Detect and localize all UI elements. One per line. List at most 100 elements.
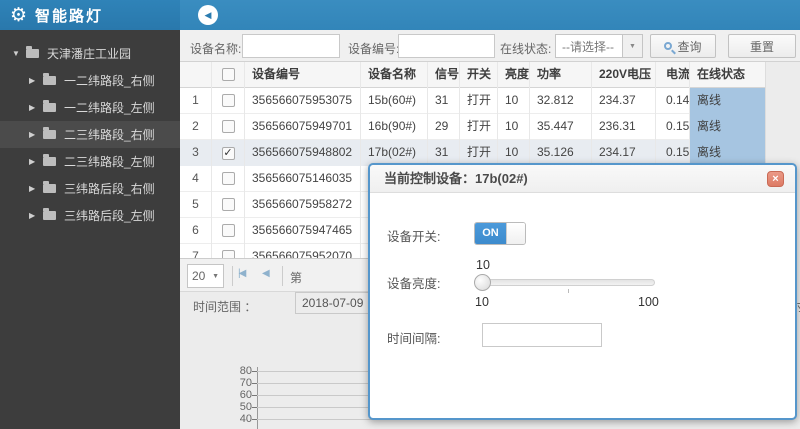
column-header: 电流 xyxy=(656,62,690,88)
data-cell: 打开 xyxy=(460,88,498,114)
gear-icon: ⚙ xyxy=(10,4,28,26)
table-row[interactable]: 1 356566075953075 15b(60#) 31 打开 10 32.812 234.… xyxy=(180,88,765,114)
row-index: 6 xyxy=(180,218,212,244)
folder-icon xyxy=(43,73,56,85)
row-index: 3 xyxy=(180,140,212,166)
row-checkbox-cell xyxy=(212,218,245,244)
y-tick-label: 80 xyxy=(239,365,252,377)
row-checkbox-checked[interactable]: ✓ xyxy=(221,147,235,160)
device-name-label: 设备名称: xyxy=(190,42,242,56)
row-checkbox[interactable] xyxy=(221,120,235,133)
caret-down-icon: ▼ xyxy=(12,49,20,58)
brightness-max-label: 100 xyxy=(638,295,659,309)
data-cell: 356566075948802 xyxy=(245,140,361,166)
row-checkbox[interactable] xyxy=(221,224,235,237)
folder-icon xyxy=(26,46,39,58)
data-cell: 10 xyxy=(498,114,530,140)
row-checkbox-cell xyxy=(212,244,245,258)
row-checkbox[interactable] xyxy=(221,68,235,81)
header-checkbox-cell xyxy=(212,62,245,88)
tree-root-label: 天津潘庄工业园 xyxy=(47,47,132,61)
row-checkbox[interactable] xyxy=(221,94,235,107)
device-control-modal: 当前控制设备：17b(02#) × 设备开关: ON 设备亮度: 10 10 1… xyxy=(368,163,797,420)
row-index: 1 xyxy=(180,88,212,114)
device-switch-toggle[interactable]: ON xyxy=(474,222,526,245)
row-checkbox[interactable] xyxy=(221,172,235,185)
app-header: ⚙ 智能路灯 xyxy=(0,0,180,30)
caret-right-icon: ▶ xyxy=(29,76,36,85)
time-range-label: 时间范围 ： xyxy=(193,300,257,314)
app-title: 智能路灯 xyxy=(35,7,104,25)
slider-tick xyxy=(568,289,569,293)
sidebar-tree-item[interactable]: ▶ 三纬路后段_左侧 xyxy=(0,202,180,229)
status-cell: 离线 xyxy=(690,88,765,114)
chevron-down-icon: ▼ xyxy=(212,272,219,280)
back-icon: ◀ xyxy=(204,9,212,20)
data-cell: 356566075953075 xyxy=(245,88,361,114)
data-cell: 29 xyxy=(428,114,460,140)
row-checkbox-cell xyxy=(212,166,245,192)
data-cell: 15b(60#) xyxy=(361,88,428,114)
device-no-label: 设备编号: xyxy=(348,42,400,56)
brightness-slider-track[interactable] xyxy=(475,279,655,286)
device-name-input[interactable] xyxy=(242,34,340,58)
collapse-sidebar-button[interactable]: ◀ xyxy=(198,5,218,25)
query-button[interactable]: 查询 xyxy=(650,34,716,58)
data-cell: 0.14 xyxy=(656,88,690,114)
row-checkbox[interactable] xyxy=(221,198,235,211)
column-header: 开关 xyxy=(460,62,498,88)
folder-icon xyxy=(43,100,56,112)
tree-item-label: 二三纬路段_左侧 xyxy=(64,155,155,169)
folder-icon xyxy=(43,127,56,139)
topbar: ◀ xyxy=(180,0,800,30)
device-no-input[interactable] xyxy=(398,34,495,58)
data-cell: 打开 xyxy=(460,114,498,140)
sidebar-tree-item[interactable]: ▶ 二三纬路段_右侧 xyxy=(0,121,180,148)
reset-button[interactable]: 重置 xyxy=(728,34,796,58)
tree-root-item[interactable]: ▼ 天津潘庄工业园 xyxy=(0,40,180,67)
column-header: 220V电压 xyxy=(592,62,656,88)
divider xyxy=(232,266,233,286)
page-size-value: 20 xyxy=(192,269,206,283)
data-cell: 356566075949701 xyxy=(245,114,361,140)
toggle-knob xyxy=(506,223,525,244)
page-prefix-label: 第 xyxy=(290,271,303,285)
row-index: 7 xyxy=(180,244,212,258)
row-checkbox-cell xyxy=(212,88,245,114)
sidebar-tree-item[interactable]: ▶ 一二纬路段_右侧 xyxy=(0,67,180,94)
folder-icon xyxy=(43,208,56,220)
data-cell: 356566075958272 xyxy=(245,192,361,218)
modal-close-button[interactable]: × xyxy=(767,171,784,187)
row-index: 2 xyxy=(180,114,212,140)
row-checkbox-cell: ✓ xyxy=(212,140,245,166)
brightness-label: 设备亮度: xyxy=(387,277,441,291)
column-header: 在线状态 xyxy=(697,67,746,81)
data-cell: 356566075947465 xyxy=(245,218,361,244)
row-checkbox-cell xyxy=(212,114,245,140)
caret-right-icon: ▶ xyxy=(29,157,36,166)
sidebar-tree-item[interactable]: ▶ 二三纬路段_左侧 xyxy=(0,148,180,175)
sidebar-tree-item[interactable]: ▶ 三纬路后段_右侧 xyxy=(0,175,180,202)
y-tick-label: 40 xyxy=(239,413,252,425)
page-size-select[interactable]: 20 ▼ xyxy=(187,264,224,288)
column-header: 信号 xyxy=(428,62,460,88)
first-page-button[interactable]: |◀ xyxy=(238,268,246,279)
query-button-label: 查询 xyxy=(677,39,702,54)
online-status-select[interactable]: --请选择-- ▼ xyxy=(555,34,643,58)
sidebar-tree: ▶ 一二纬路段_右侧 ▶ 一二纬路段_左侧 ▶ 二三纬路段_右侧 ▶ 二三纬路段_左侧 ▶ 三纬路… xyxy=(0,67,180,229)
y-tick-label: 70 xyxy=(239,377,252,389)
sidebar: ▼ 天津潘庄工业园 ▶ 一二纬路段_右侧 ▶ 一二纬路段_左侧 ▶ 二三纬路段_右侧 ▶ 二三… xyxy=(0,30,180,429)
online-status-label: 在线状态: xyxy=(500,42,552,56)
caret-right-icon: ▶ xyxy=(29,130,36,139)
data-cell: 32.812 xyxy=(530,88,592,114)
status-cell: 离线 xyxy=(690,114,765,140)
brightness-slider-handle[interactable] xyxy=(474,274,491,291)
row-checkbox[interactable] xyxy=(221,250,235,258)
sidebar-tree-item[interactable]: ▶ 一二纬路段_左侧 xyxy=(0,94,180,121)
switch-label: 设备开关: xyxy=(387,230,441,244)
reset-button-label: 重置 xyxy=(749,39,774,54)
interval-input[interactable] xyxy=(482,323,602,347)
table-row[interactable]: 2 356566075949701 16b(90#) 29 打开 10 35.447 236.… xyxy=(180,114,765,140)
prev-page-button[interactable]: ◀ xyxy=(262,268,270,279)
chevron-down-icon: ▼ xyxy=(622,35,642,57)
